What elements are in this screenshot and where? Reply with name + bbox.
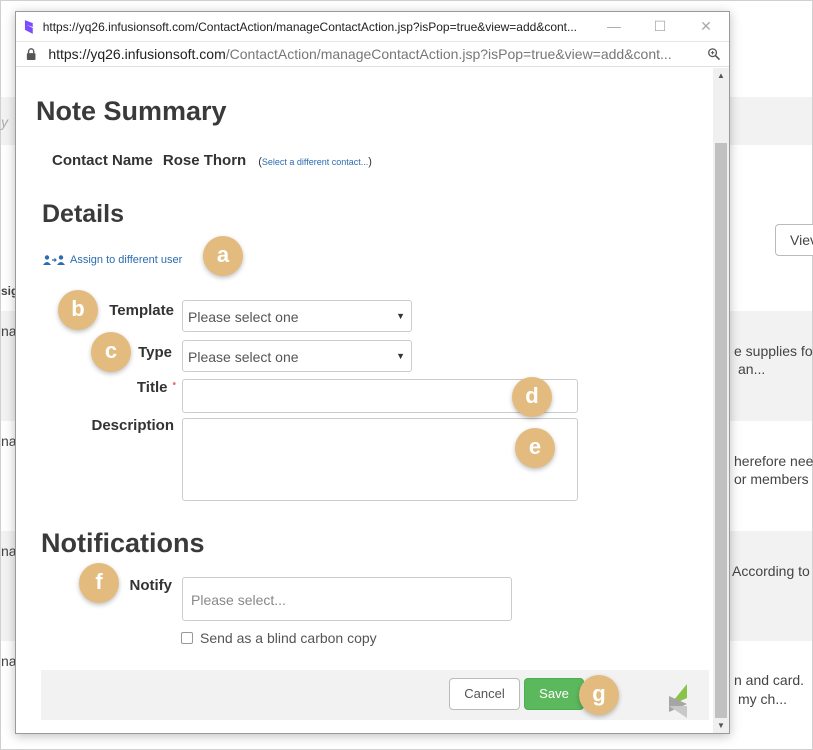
brand-logo-icon bbox=[669, 684, 687, 718]
maximize-icon[interactable]: ☐ bbox=[637, 18, 683, 35]
lock-icon bbox=[26, 48, 36, 61]
title-label-text: Title bbox=[136, 379, 168, 396]
page-title: Note Summary bbox=[36, 96, 227, 126]
minimize-icon[interactable]: — bbox=[591, 18, 637, 35]
bcc-row[interactable]: Send as a blind carbon copy bbox=[181, 630, 377, 646]
cancel-button[interactable]: Cancel bbox=[449, 678, 520, 710]
background-text: According to bbox=[732, 563, 810, 579]
scroll-up-icon[interactable]: ▲ bbox=[713, 68, 729, 84]
background-text: y bbox=[1, 114, 8, 130]
bcc-checkbox[interactable] bbox=[181, 632, 193, 644]
callout-badge-b: b bbox=[58, 290, 98, 330]
template-select[interactable]: Please select one ▼ bbox=[182, 300, 412, 332]
notifications-heading: Notifications bbox=[41, 528, 205, 558]
callout-badge-f: f bbox=[79, 563, 119, 603]
address-bar[interactable]: https://yq26.infusionsoft.com /ContactAc… bbox=[16, 41, 729, 67]
scroll-down-icon[interactable]: ▼ bbox=[713, 718, 729, 733]
template-select-value: Please select one bbox=[188, 309, 299, 325]
required-indicator: • bbox=[172, 379, 176, 390]
callout-badge-a: a bbox=[203, 236, 243, 276]
title-bar: https://yq26.infusionsoft.com/ContactAct… bbox=[16, 12, 729, 41]
select-contact-link[interactable]: Select a different contact... bbox=[262, 157, 368, 167]
notify-placeholder: Please select... bbox=[191, 592, 286, 608]
contact-label: Contact Name bbox=[52, 152, 153, 169]
template-label: Template bbox=[109, 302, 174, 319]
assign-user-link[interactable]: Assign to different user bbox=[70, 254, 182, 266]
save-button[interactable]: Save bbox=[524, 678, 584, 710]
background-text: n and card. bbox=[734, 672, 805, 688]
type-select[interactable]: Please select one ▼ bbox=[182, 340, 412, 372]
callout-badge-g: g bbox=[579, 675, 619, 715]
callout-badge-c: c bbox=[91, 332, 131, 372]
note-form: Note Summary Contact Name Rose Thorn (Se… bbox=[16, 68, 714, 733]
chevron-down-icon: ▼ bbox=[396, 351, 405, 361]
url-path: /ContactAction/manageContactAction.jsp?i… bbox=[225, 46, 672, 62]
notify-input[interactable]: Please select... bbox=[182, 577, 512, 621]
assign-user-link-row[interactable]: Assign to different user bbox=[43, 254, 182, 266]
callout-badge-e: e bbox=[515, 428, 555, 468]
details-heading: Details bbox=[42, 200, 124, 228]
background-text: my ch... bbox=[738, 691, 788, 707]
app-logo-icon bbox=[24, 19, 33, 34]
contact-name: Rose Thorn bbox=[162, 152, 247, 169]
popup-window: https://yq26.infusionsoft.com/ContactAct… bbox=[15, 11, 730, 734]
callout-badge-d: d bbox=[512, 377, 552, 417]
url-host: https://yq26.infusionsoft.com bbox=[48, 46, 226, 62]
background-text: an... bbox=[738, 361, 766, 377]
background-text: herefore nee bbox=[734, 453, 813, 469]
close-icon[interactable]: ✕ bbox=[683, 18, 729, 35]
background-view-button[interactable]: Viev bbox=[775, 224, 813, 256]
contact-row: Contact Name Rose Thorn (Select a differ… bbox=[52, 152, 372, 169]
zoom-icon[interactable] bbox=[707, 46, 721, 62]
chevron-down-icon: ▼ bbox=[396, 311, 405, 321]
assign-user-icon bbox=[43, 255, 65, 265]
description-label: Description bbox=[91, 417, 174, 434]
bcc-label: Send as a blind carbon copy bbox=[200, 630, 377, 646]
scrollbar[interactable]: ▲ ▼ bbox=[713, 68, 729, 733]
scroll-thumb[interactable] bbox=[715, 143, 727, 718]
paren-close: ) bbox=[368, 156, 372, 168]
background-text: e supplies fo bbox=[734, 343, 813, 359]
title-label: Title • bbox=[90, 379, 176, 396]
background-text: or members bbox=[734, 471, 809, 487]
window-title: https://yq26.infusionsoft.com/ContactAct… bbox=[42, 19, 578, 34]
type-select-value: Please select one bbox=[188, 349, 299, 365]
